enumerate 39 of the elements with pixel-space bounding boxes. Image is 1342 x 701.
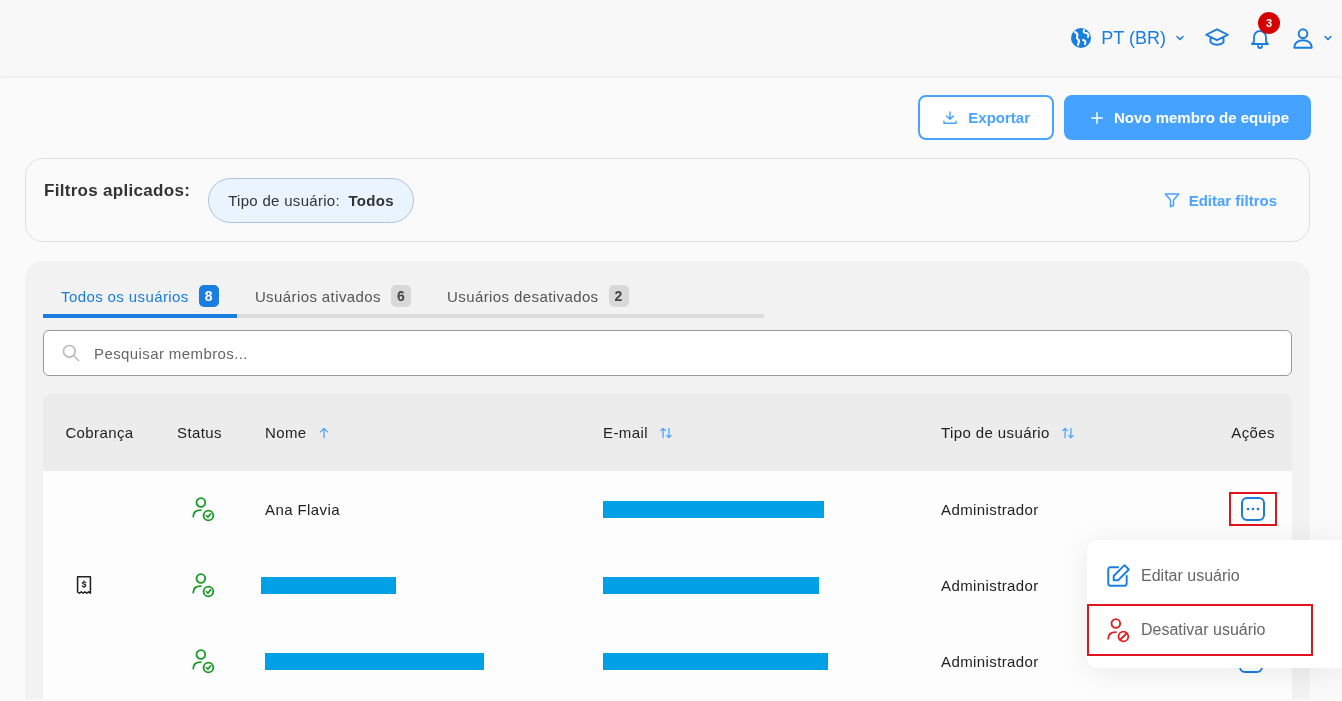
user-menu-button[interactable] xyxy=(1290,25,1334,51)
user-check-icon xyxy=(190,572,216,598)
download-icon xyxy=(942,109,959,126)
user-blocked-icon xyxy=(1105,617,1131,643)
column-header: Cobrança xyxy=(65,424,134,441)
tab[interactable]: Todos os usuários 8 xyxy=(43,279,237,318)
filters-title: Filtros aplicados: xyxy=(44,181,191,201)
search-icon xyxy=(61,343,81,363)
tab[interactable]: Usuários desativados 2 xyxy=(429,279,647,318)
user-check-icon xyxy=(190,496,216,522)
filter-icon xyxy=(1162,191,1181,209)
sort-icon xyxy=(657,425,674,440)
plus-icon xyxy=(1089,110,1104,125)
user-check-icon xyxy=(190,648,216,674)
ellipsis-icon xyxy=(1246,507,1260,511)
column-header[interactable]: Tipo de usuário xyxy=(941,424,1050,441)
column-header[interactable]: Nome xyxy=(265,424,307,441)
column-header[interactable]: E-mail xyxy=(603,424,648,441)
edit-icon xyxy=(1105,563,1131,589)
tab[interactable]: Usuários ativados 6 xyxy=(236,279,430,318)
column-header: Status xyxy=(177,424,222,441)
menu-item[interactable]: Desativar usuário xyxy=(1087,604,1313,656)
sort-icon xyxy=(1059,425,1076,440)
search-field[interactable]: Pesquisar membros... xyxy=(43,330,1292,376)
table-cell: Administrador xyxy=(941,576,1039,594)
table-cell: Ana Flavia xyxy=(265,500,340,518)
language-selector[interactable]: PT (BR) xyxy=(1069,26,1186,50)
count-badge: 6 xyxy=(390,285,412,307)
notification-count: 3 xyxy=(1258,12,1280,34)
column-header: Ações xyxy=(1231,424,1275,441)
filter-chip[interactable]: Tipo de usuário: Todos xyxy=(208,177,414,223)
globe-icon xyxy=(1069,26,1094,50)
table-cell: Administrador xyxy=(941,500,1039,518)
user-icon xyxy=(1290,25,1316,51)
more-actions-button[interactable] xyxy=(1241,497,1265,521)
count-badge: 8 xyxy=(198,285,219,307)
menu-item[interactable]: Editar usuário xyxy=(1087,550,1313,602)
table-cell: Administrador xyxy=(941,652,1039,670)
count-badge: 2 xyxy=(608,285,629,307)
